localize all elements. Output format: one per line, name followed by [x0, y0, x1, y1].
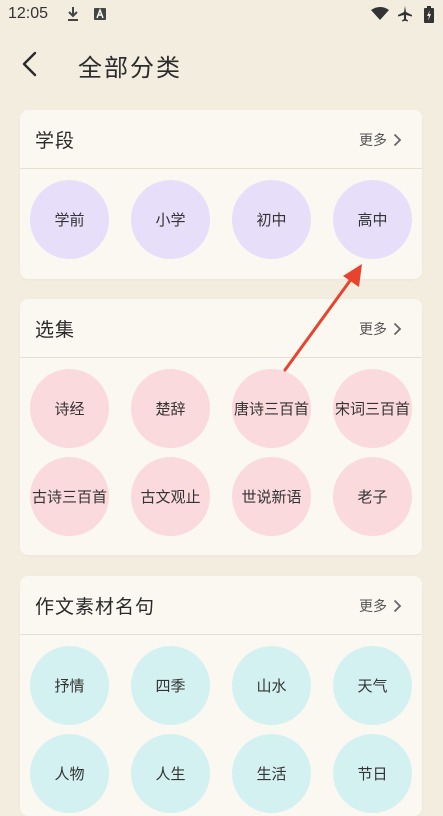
category-chip[interactable]: 学前 [30, 180, 109, 259]
more-label: 更多 [359, 322, 387, 338]
back-arrow-icon[interactable] [18, 50, 42, 78]
category-chip[interactable]: 节日 [333, 734, 412, 813]
battery-charging-icon [424, 6, 434, 23]
category-chip[interactable]: 古文观止 [131, 457, 210, 536]
category-chip[interactable]: 四季 [131, 646, 210, 725]
more-button[interactable]: 更多 [359, 130, 402, 150]
category-chip[interactable]: 唐诗三百首 [232, 369, 311, 448]
chevron-right-icon [393, 133, 402, 147]
section-title: 选集 [35, 319, 76, 341]
top-bar: 全部分类 [0, 38, 443, 93]
category-chip[interactable]: 小学 [131, 180, 210, 259]
category-chip[interactable]: 楚辞 [131, 369, 210, 448]
section-card-essay-material: 作文素材名句 更多 抒情 四季 山水 天气 人物 人生 生活 节日 [20, 576, 422, 816]
app-notification-icon [94, 8, 106, 20]
category-chip[interactable]: 古诗三百首 [30, 457, 109, 536]
category-chip[interactable]: 诗经 [30, 369, 109, 448]
page-title: 全部分类 [78, 54, 182, 82]
section-card-stage: 学段 更多 学前 小学 初中 高中 [20, 110, 422, 279]
wifi-icon [371, 7, 389, 20]
section-title: 作文素材名句 [35, 596, 156, 618]
category-chip[interactable]: 天气 [333, 646, 412, 725]
more-button[interactable]: 更多 [359, 319, 402, 339]
section-card-anthology: 选集 更多 诗经 楚辞 唐诗三百首 宋词三百首 古诗三百首 古文观止 世说新语 … [20, 299, 422, 555]
category-chip[interactable]: 抒情 [30, 646, 109, 725]
more-label: 更多 [359, 133, 387, 149]
section-header: 作文素材名句 更多 [20, 576, 422, 635]
category-chip[interactable]: 生活 [232, 734, 311, 813]
category-chip[interactable]: 人物 [30, 734, 109, 813]
category-chip[interactable]: 初中 [232, 180, 311, 259]
category-chip[interactable]: 宋词三百首 [333, 369, 412, 448]
category-chip[interactable]: 世说新语 [232, 457, 311, 536]
status-bar: 12:05 [0, 0, 443, 30]
status-time: 12:05 [8, 5, 49, 22]
chevron-right-icon [393, 599, 402, 613]
category-chip[interactable]: 老子 [333, 457, 412, 536]
section-title: 学段 [35, 130, 76, 152]
section-header: 学段 更多 [20, 110, 422, 169]
more-label: 更多 [359, 599, 387, 615]
section-header: 选集 更多 [20, 299, 422, 358]
airplane-mode-icon [398, 6, 412, 22]
category-chip[interactable]: 高中 [333, 180, 412, 259]
more-button[interactable]: 更多 [359, 596, 402, 616]
download-icon [68, 7, 78, 21]
category-chip[interactable]: 人生 [131, 734, 210, 813]
chevron-right-icon [393, 322, 402, 336]
category-chip[interactable]: 山水 [232, 646, 311, 725]
